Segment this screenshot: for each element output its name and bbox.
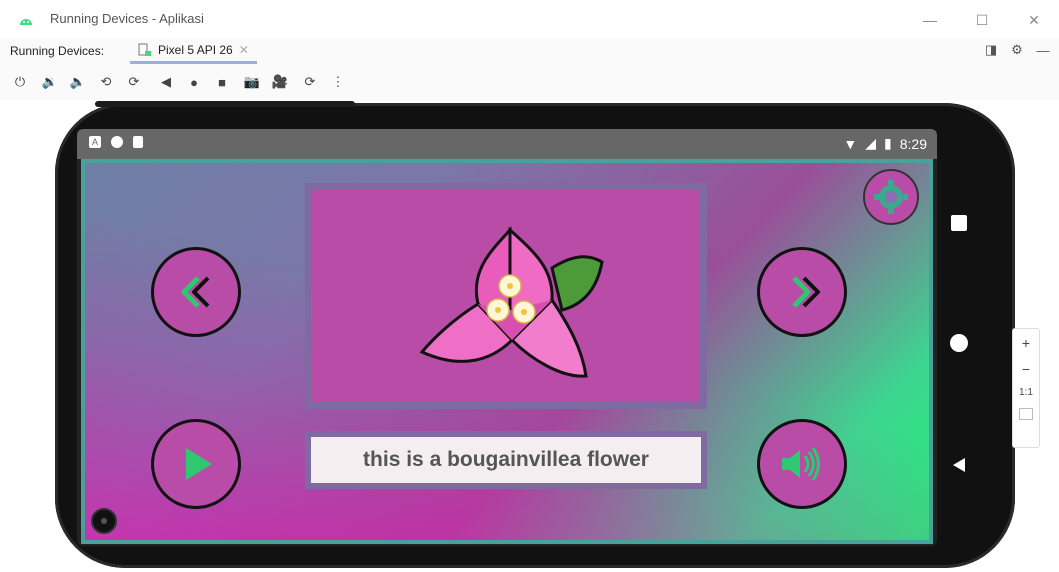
maximize-icon: ☐	[975, 11, 989, 28]
gear-icon: ⚙	[1011, 42, 1023, 57]
reset-button[interactable]: ⟳	[300, 73, 320, 91]
flower-image-frame	[305, 183, 707, 409]
signal-icon: ◢	[865, 135, 877, 151]
caption-box: this is a bougainvillea flower	[305, 431, 707, 489]
device-toolbar: ⏻ 🔉 🔈 ⟲ ⟳ ◀ ● ■ 📷 🎥 ⟳ ⋮	[0, 64, 1059, 100]
screenshot-button[interactable]: 📷	[242, 73, 262, 91]
minimize-button[interactable]: —	[914, 8, 946, 32]
title-bar: Running Devices - Aplikasi — ☐ ✕	[0, 0, 1059, 38]
app-content: this is a bougainvillea flower	[81, 159, 933, 544]
back-icon: ◀	[161, 74, 171, 89]
settings-button[interactable]	[863, 169, 919, 225]
power-icon: ⏻	[14, 74, 26, 89]
volume-down-button[interactable]: 🔈	[68, 73, 88, 91]
overview-square-icon	[951, 215, 967, 231]
record-button[interactable]: 🎥	[270, 73, 290, 91]
zoom-actual-size-button[interactable]: 1:1	[1019, 387, 1033, 398]
next-icon	[792, 276, 820, 308]
front-camera	[91, 508, 117, 534]
minimize-icon: —	[923, 12, 937, 28]
more-icon: ⋮	[331, 74, 345, 89]
overview-button[interactable]: ■	[212, 73, 232, 91]
status-time: 8:29	[899, 135, 927, 152]
device-icon	[138, 43, 151, 56]
rotate-right-button[interactable]: ⟳	[124, 73, 144, 91]
window-title: Running Devices - Aplikasi	[50, 11, 204, 26]
settings-gear-button[interactable]: ⚙	[1009, 42, 1025, 58]
home-nav-button[interactable]	[939, 329, 979, 357]
record-icon: 🎥	[271, 74, 289, 89]
back-triangle-icon	[953, 458, 965, 472]
settings-icon	[874, 180, 908, 214]
home-icon: ●	[190, 74, 198, 90]
maximize-button[interactable]: ☐	[966, 8, 998, 32]
play-button[interactable]	[151, 419, 241, 509]
bougainvillea-flower-image	[419, 226, 604, 378]
notification-a-icon: A	[89, 136, 101, 148]
next-button[interactable]	[757, 247, 847, 337]
play-icon	[186, 448, 212, 480]
camera-icon: 📷	[243, 74, 261, 89]
tab-bar: Running Devices: Pixel 5 API 26 ✕ ◨ ⚙ —	[0, 38, 1059, 65]
overview-nav-button[interactable]	[939, 209, 979, 237]
close-button[interactable]: ✕	[1018, 8, 1050, 32]
running-devices-label: Running Devices:	[10, 44, 105, 58]
zoom-in-button[interactable]: +	[1022, 335, 1030, 351]
more-button[interactable]: ⋮	[328, 73, 348, 91]
volume-up-button[interactable]: 🔉	[40, 73, 60, 91]
layout-toggle-button[interactable]: ◨	[983, 42, 999, 58]
notification-circle-icon	[111, 136, 123, 148]
tab-close-icon[interactable]: ✕	[239, 43, 249, 57]
hide-panel-button[interactable]: —	[1035, 42, 1051, 58]
rotate-left-icon: ⟲	[100, 74, 112, 89]
previous-button[interactable]	[151, 247, 241, 337]
zoom-panel: + − 1:1	[1012, 328, 1040, 448]
sd-card-icon	[133, 136, 143, 148]
speaker-button[interactable]	[757, 419, 847, 509]
android-navbar	[939, 133, 999, 550]
home-circle-icon	[950, 334, 968, 352]
android-icon	[20, 19, 32, 25]
flower-caption: this is a bougainvillea flower	[363, 448, 649, 471]
back-nav-button[interactable]	[939, 451, 979, 479]
previous-icon	[181, 276, 210, 308]
overview-icon: ■	[218, 74, 226, 90]
tab-label: Pixel 5 API 26	[158, 42, 233, 57]
home-button[interactable]: ●	[184, 73, 204, 91]
wifi-icon: ▼	[843, 135, 858, 152]
battery-icon: ▮	[884, 135, 892, 151]
back-button[interactable]: ◀	[156, 73, 176, 91]
rotate-right-icon: ⟳	[128, 74, 140, 89]
zoom-out-button[interactable]: −	[1022, 361, 1030, 377]
speaker-icon	[782, 447, 820, 481]
reset-icon: ⟳	[304, 74, 316, 89]
status-bar: A ▼ ◢ ▮ 8:29	[77, 129, 937, 159]
tab-pixel-5[interactable]: Pixel 5 API 26 ✕	[130, 38, 257, 64]
device-canvas: A ▼ ◢ ▮ 8:29 this is a bougainvillea flo…	[0, 100, 1059, 572]
close-icon: ✕	[1028, 11, 1040, 28]
phone-frame: A ▼ ◢ ▮ 8:29 this is a bougainvillea flo…	[55, 101, 1015, 568]
volume-up-icon: 🔉	[41, 74, 59, 89]
phone-edge	[95, 101, 355, 107]
power-button[interactable]: ⏻	[10, 73, 30, 91]
device-screen[interactable]: A ▼ ◢ ▮ 8:29 this is a bougainvillea flo…	[77, 129, 937, 546]
volume-down-icon: 🔈	[69, 74, 87, 89]
zoom-fit-icon[interactable]	[1019, 408, 1033, 420]
rotate-left-button[interactable]: ⟲	[96, 73, 116, 91]
